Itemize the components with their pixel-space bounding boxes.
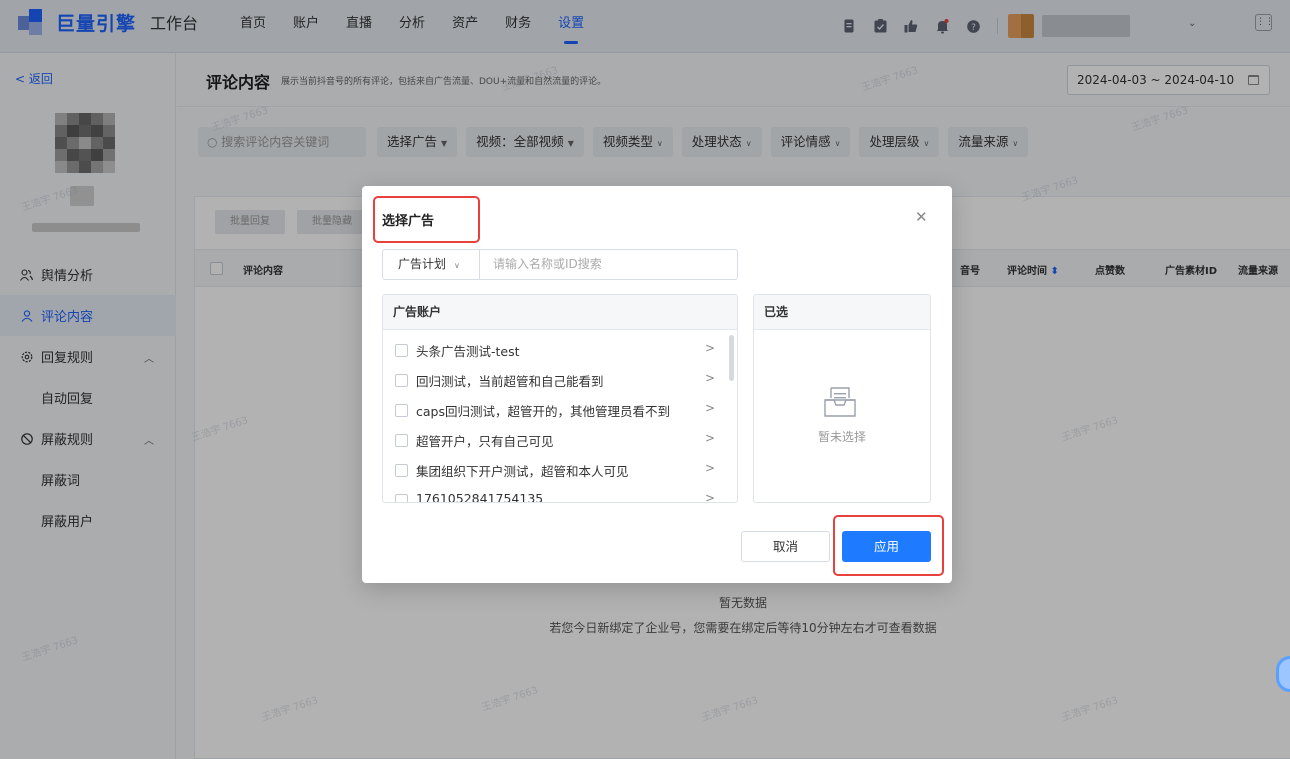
chevron-right-icon[interactable]: > <box>705 371 715 385</box>
title-highlight-box <box>373 196 480 243</box>
chevron-right-icon[interactable]: > <box>705 431 715 445</box>
ad-account-header: 广告账户 <box>383 295 737 330</box>
empty-inbox-icon <box>822 384 858 420</box>
select-ad-dialog: 选择广告 ✕ 广告计划 ∨ 请输入名称或ID搜索 广告账户 头条广告测试-test… <box>362 186 952 583</box>
account-checkbox[interactable] <box>395 344 408 357</box>
account-name: 集团组织下开户测试，超管和本人可见 <box>416 464 629 479</box>
account-name: 1761052841754135 <box>416 491 544 503</box>
account-checkbox[interactable] <box>395 374 408 387</box>
account-row[interactable]: 头条广告测试-test > <box>383 335 729 365</box>
account-row[interactable]: 集团组织下开户测试，超管和本人可见 > <box>383 455 729 485</box>
account-row[interactable]: 1761052841754135 > <box>383 485 729 503</box>
chevron-right-icon[interactable]: > <box>705 461 715 475</box>
ad-search-input[interactable]: 请输入名称或ID搜索 <box>479 249 738 280</box>
account-row[interactable]: 回归测试，当前超管和自己能看到 > <box>383 365 729 395</box>
search-type-value: 广告计划 <box>398 257 447 271</box>
account-row[interactable]: caps回归测试，超管开的，其他管理员看不到 > <box>383 395 729 425</box>
cancel-button[interactable]: 取消 <box>741 531 830 562</box>
account-row[interactable]: 超管开户，只有自己可见 > <box>383 425 729 455</box>
account-name: 超管开户，只有自己可见 <box>416 434 554 449</box>
ad-account-panel: 广告账户 头条广告测试-test > 回归测试，当前超管和自己能看到 > caps回… <box>382 294 738 503</box>
account-name: 头条广告测试-test <box>416 344 520 359</box>
chevron-down-icon: ∨ <box>454 261 460 270</box>
account-name: 回归测试，当前超管和自己能看到 <box>416 374 604 389</box>
list-scrollbar[interactable] <box>729 335 734 381</box>
selected-header: 已选 <box>754 295 930 330</box>
chevron-right-icon[interactable]: > <box>705 341 715 355</box>
account-checkbox[interactable] <box>395 494 408 502</box>
chevron-right-icon[interactable]: > <box>705 491 715 502</box>
search-type-select[interactable]: 广告计划 ∨ <box>382 249 480 280</box>
selected-panel: 已选 暂未选择 <box>753 294 931 503</box>
account-checkbox[interactable] <box>395 404 408 417</box>
account-name: caps回归测试，超管开的，其他管理员看不到 <box>416 404 670 419</box>
apply-highlight-box <box>833 515 944 576</box>
assistant-float-icon[interactable] <box>1276 656 1290 692</box>
close-icon[interactable]: ✕ <box>915 208 928 226</box>
account-checkbox[interactable] <box>395 434 408 447</box>
empty-selected-text: 暂未选择 <box>817 430 866 444</box>
account-checkbox[interactable] <box>395 464 408 477</box>
chevron-right-icon[interactable]: > <box>705 401 715 415</box>
